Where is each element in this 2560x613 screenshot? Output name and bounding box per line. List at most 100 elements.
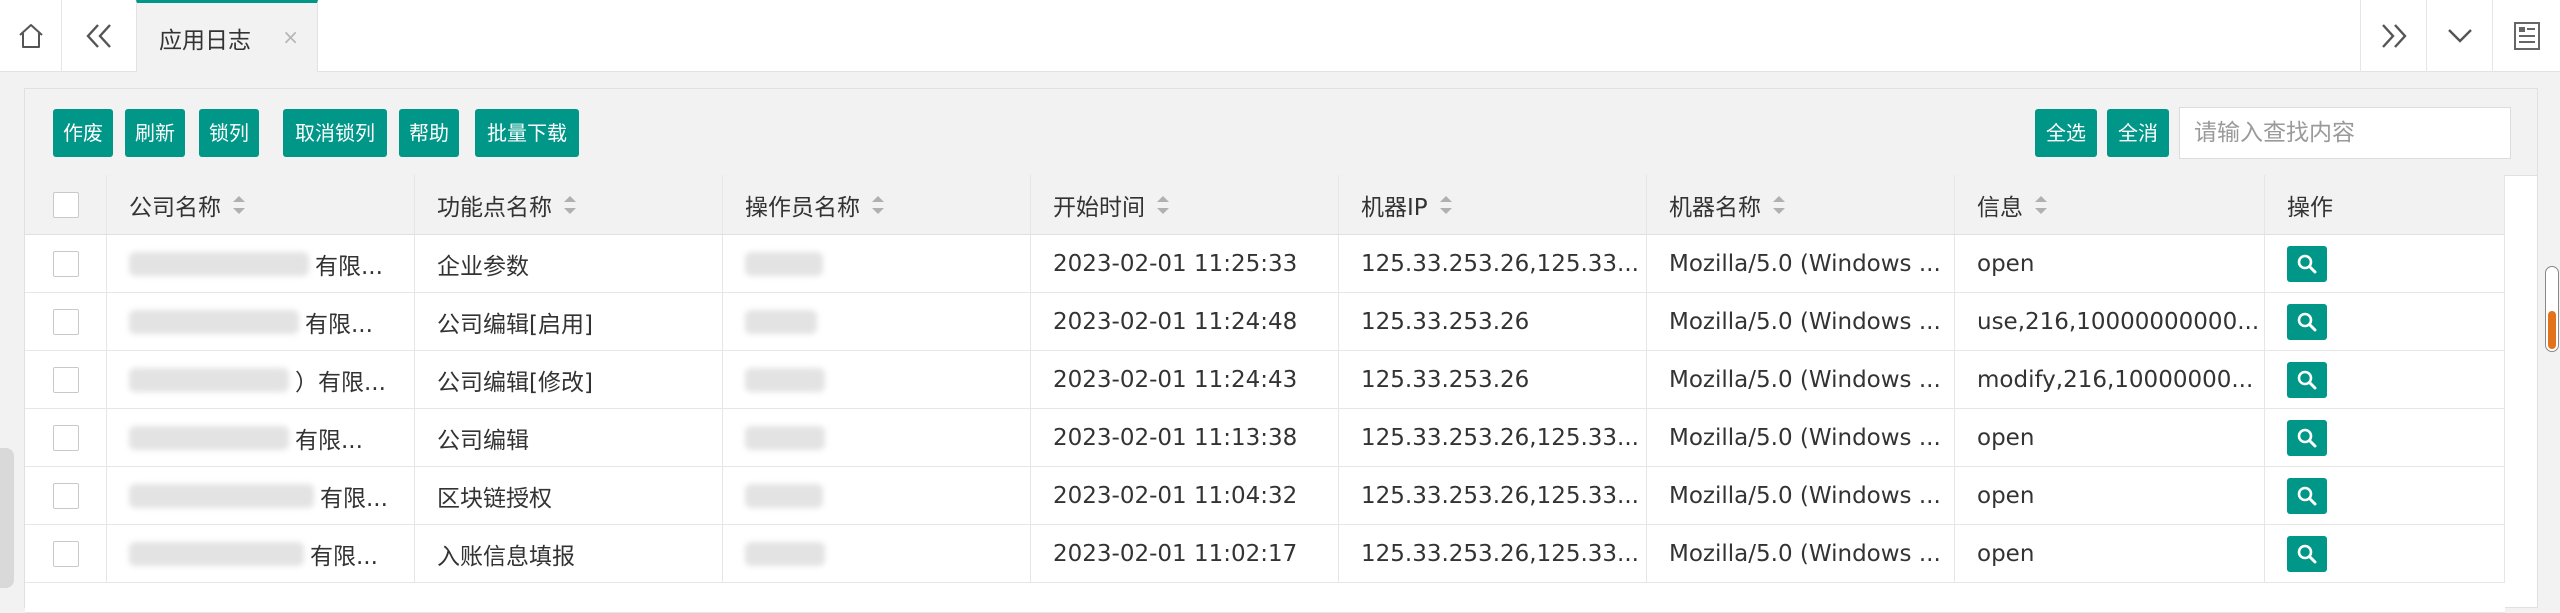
table-row[interactable]: ）有限... 公司编辑[修改] 2023-02-01 11:24:43 125.… [25,351,2505,409]
col-label: 信息 [1977,194,2023,221]
row-checkbox[interactable] [52,250,79,277]
info-cell: modify,216,10000000... [1955,351,2265,408]
col-operator[interactable]: 操作员名称 [723,175,1031,234]
select-all-button[interactable]: 全选 [2035,109,2097,157]
scrollbar[interactable] [2545,266,2559,352]
redacted-operator [745,425,825,450]
scroll-tabs-right-button[interactable] [2360,0,2426,72]
col-machine[interactable]: 机器名称 [1647,175,1955,234]
sort-icon[interactable] [564,195,576,214]
home-icon [18,24,43,48]
view-button[interactable] [2287,419,2327,456]
function-cell: 公司编辑 [415,409,723,466]
log-panel: 作废 刷新 锁列 取消锁列 帮助 批量下载 全选 全消 公司名称 功能点名称 操… [24,88,2538,613]
header-checkbox-cell [25,175,107,234]
scrollbar-thumb[interactable] [2548,311,2556,349]
sort-icon[interactable] [1157,195,1169,214]
home-button[interactable] [0,0,62,72]
help-button[interactable]: 帮助 [399,109,459,157]
start-time: 2023-02-01 11:25:33 [1053,250,1298,277]
refresh-button[interactable]: 刷新 [125,109,185,157]
machine-name: Mozilla/5.0 (Windows ... [1669,424,1941,451]
tab-close-icon[interactable]: × [282,25,299,49]
void-button[interactable]: 作废 [53,109,113,157]
start-time-cell: 2023-02-01 11:24:43 [1031,351,1339,408]
operator-cell [723,409,1031,466]
redacted-operator [745,367,825,392]
search-icon [2297,254,2317,273]
view-button[interactable] [2287,535,2327,572]
start-time-cell: 2023-02-01 11:25:33 [1031,235,1339,292]
sort-icon[interactable] [1439,195,1452,214]
batch-download-button[interactable]: 批量下载 [475,109,579,157]
sort-icon[interactable] [2035,195,2047,214]
redacted-operator [745,251,823,276]
row-checkbox-cell [25,409,107,466]
view-button[interactable] [2287,303,2327,340]
col-start-time[interactable]: 开始时间 [1031,175,1339,234]
page-options-button[interactable] [2492,0,2560,72]
chevron-down-icon [2447,29,2472,43]
sort-icon[interactable] [233,195,245,214]
tab-menu-button[interactable] [2426,0,2492,72]
table-row[interactable]: 有限... 公司编辑 2023-02-01 11:13:38 125.33.25… [25,409,2505,467]
machine-cell: Mozilla/5.0 (Windows ... [1647,409,1955,466]
col-company[interactable]: 公司名称 [107,175,415,234]
col-ip[interactable]: 机器IP [1339,175,1647,234]
redacted-company [129,483,314,508]
action-cell [2265,525,2505,582]
operator-cell [723,235,1031,292]
row-checkbox[interactable] [52,424,79,451]
table-row[interactable]: 有限... 公司编辑[启用] 2023-02-01 11:24:48 125.3… [25,293,2505,351]
col-info[interactable]: 信息 [1955,175,2265,234]
view-button[interactable] [2287,361,2327,398]
function-name: 公司编辑[修改] [437,369,593,396]
ip-cell: 125.33.253.26 [1339,351,1647,408]
info-cell: use,216,10000000000... [1955,293,2265,350]
machine-cell: Mozilla/5.0 (Windows ... [1647,351,1955,408]
tab-app-log[interactable]: 应用日志 × [136,0,318,72]
company-cell: 有限... [107,467,415,524]
row-checkbox-cell [25,293,107,350]
col-function[interactable]: 功能点名称 [415,175,723,234]
start-time: 2023-02-01 11:02:17 [1053,540,1298,567]
function-name: 企业参数 [437,253,529,280]
ip-cell: 125.33.253.26,125.33... [1339,235,1647,292]
tab-title: 应用日志 [159,27,251,54]
sort-icon[interactable] [1773,195,1785,214]
scroll-tabs-left-button[interactable] [62,0,136,72]
table-row[interactable]: 有限... 入账信息填报 2023-02-01 11:02:17 125.33.… [25,525,2505,583]
machine-name: Mozilla/5.0 (Windows ... [1669,540,1941,567]
deselect-all-button[interactable]: 全消 [2107,109,2169,157]
row-checkbox[interactable] [52,308,79,335]
row-checkbox[interactable] [52,366,79,393]
company-name: 有限... [320,485,388,512]
company-name: ）有限... [295,369,386,396]
select-all-checkbox[interactable] [52,191,79,218]
table-row[interactable]: 有限... 企业参数 2023-02-01 11:25:33 125.33.25… [25,235,2505,293]
info-cell: open [1955,467,2265,524]
table-row[interactable]: 有限... 区块链授权 2023-02-01 11:04:32 125.33.2… [25,467,2505,525]
machine-name: Mozilla/5.0 (Windows ... [1669,366,1941,393]
unlock-column-button[interactable]: 取消锁列 [283,109,387,157]
machine-name: Mozilla/5.0 (Windows ... [1669,250,1941,277]
start-time-cell: 2023-02-01 11:24:48 [1031,293,1339,350]
sort-icon[interactable] [872,195,884,214]
company-cell: 有限... [107,235,415,292]
double-chevron-right-icon [2381,24,2407,48]
side-collapse-handle[interactable] [0,448,14,588]
company-cell: 有限... [107,409,415,466]
view-button[interactable] [2287,245,2327,282]
row-checkbox[interactable] [52,540,79,567]
info-cell: open [1955,409,2265,466]
view-button[interactable] [2287,477,2327,514]
machine-name: Mozilla/5.0 (Windows ... [1669,308,1941,335]
lock-column-button[interactable]: 锁列 [199,109,259,157]
redacted-company [129,367,289,392]
redacted-operator [745,541,825,566]
row-checkbox-cell [25,351,107,408]
search-input[interactable] [2179,107,2511,159]
function-name: 区块链授权 [437,485,552,512]
redacted-operator [745,309,817,334]
row-checkbox[interactable] [52,482,79,509]
